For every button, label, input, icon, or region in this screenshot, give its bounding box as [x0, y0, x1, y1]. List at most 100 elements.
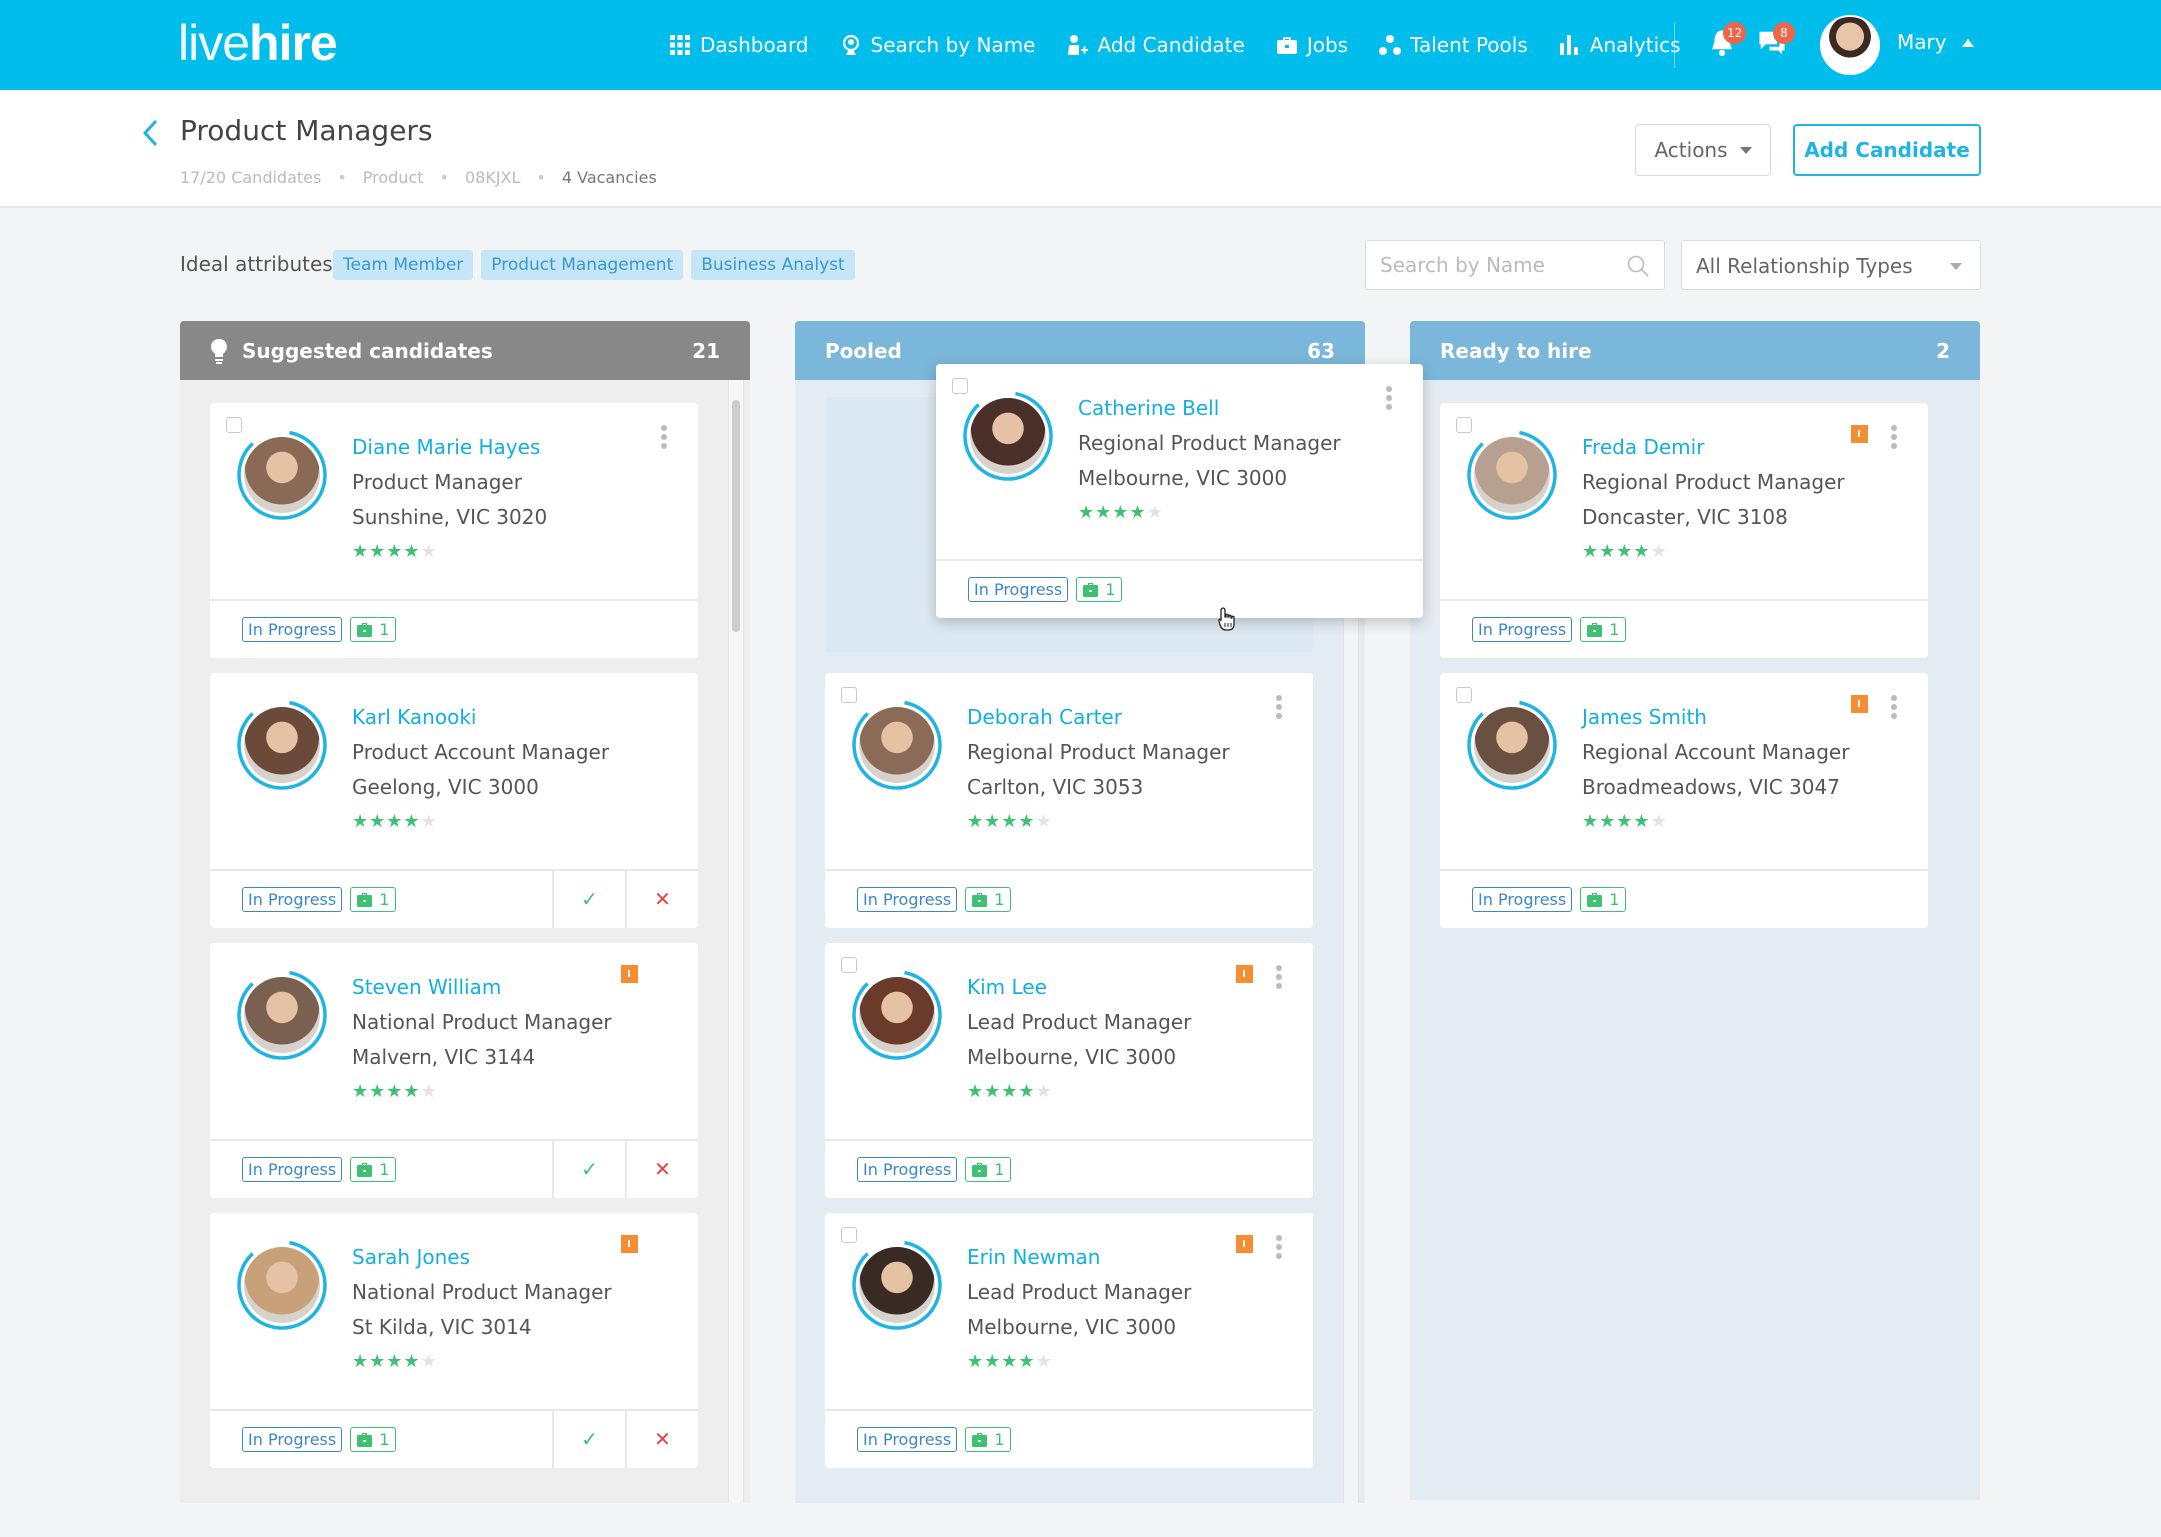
candidate-name[interactable]: Sarah Jones [352, 1245, 470, 1269]
dragged-candidate-card[interactable]: Catherine Bell Regional Product Manager … [936, 364, 1423, 618]
jobs-badge[interactable]: 1 [965, 1157, 1012, 1182]
star-icon: ★ [1599, 541, 1617, 562]
candidate-avatar[interactable] [244, 707, 320, 783]
candidate-avatar[interactable] [244, 1247, 320, 1323]
scrollbar[interactable] [728, 380, 744, 1503]
jobs-badge[interactable]: 1 [1580, 887, 1627, 912]
candidate-card[interactable]: Deborah Carter Regional Product Manager … [825, 673, 1313, 928]
approve-button[interactable]: ✓ [552, 869, 625, 928]
status-badge[interactable]: In Progress [1472, 617, 1573, 642]
candidate-avatar[interactable] [244, 977, 320, 1053]
status-badge[interactable]: In Progress [857, 1157, 958, 1182]
jobs-badge[interactable]: 1 [1076, 577, 1123, 602]
jobs-badge[interactable]: 1 [965, 1427, 1012, 1452]
status-badge[interactable]: In Progress [242, 1157, 343, 1182]
candidate-name[interactable]: Catherine Bell [1078, 396, 1219, 420]
jobs-badge[interactable]: 1 [350, 887, 397, 912]
nav-jobs[interactable]: Jobs [1275, 33, 1348, 57]
status-badge[interactable]: In Progress [968, 577, 1069, 602]
flag-icon[interactable] [1236, 1235, 1253, 1253]
candidate-card[interactable]: Steven William National Product Manager … [210, 943, 698, 1198]
candidate-name[interactable]: Karl Kanooki [352, 705, 476, 729]
candidate-avatar[interactable] [970, 398, 1046, 474]
user-avatar[interactable] [1820, 15, 1880, 75]
status-badge[interactable]: In Progress [242, 617, 343, 642]
actions-dropdown-button[interactable]: Actions [1635, 124, 1771, 176]
attribute-tag[interactable]: Business Analyst [691, 250, 855, 280]
status-badge[interactable]: In Progress [242, 1427, 343, 1452]
flag-icon[interactable] [621, 1235, 638, 1253]
nav-talent-pools[interactable]: Talent Pools [1378, 33, 1528, 57]
candidate-card[interactable]: Kim Lee Lead Product Manager Melbourne, … [825, 943, 1313, 1198]
candidate-name[interactable]: Freda Demir [1582, 435, 1704, 459]
back-button[interactable] [140, 118, 162, 148]
briefcase-icon [1083, 582, 1099, 597]
candidate-name[interactable]: Diane Marie Hayes [352, 435, 540, 459]
candidate-avatar[interactable] [1474, 707, 1550, 783]
jobs-badge[interactable]: 1 [965, 887, 1012, 912]
add-candidate-button[interactable]: Add Candidate [1793, 124, 1981, 176]
caret-down-icon [1950, 263, 1962, 270]
user-name[interactable]: Mary [1897, 30, 1947, 54]
more-options-icon[interactable] [660, 425, 668, 453]
more-options-icon[interactable] [1385, 386, 1393, 414]
approve-button[interactable]: ✓ [552, 1139, 625, 1198]
relationship-type-select[interactable]: All Relationship Types [1681, 240, 1981, 290]
scrollbar-thumb[interactable] [732, 400, 740, 632]
candidate-role: National Product Manager [352, 1280, 612, 1304]
relationship-type-value: All Relationship Types [1696, 254, 1913, 278]
attribute-tag[interactable]: Team Member [333, 250, 474, 280]
candidate-card[interactable]: Freda Demir Regional Product Manager Don… [1440, 403, 1928, 658]
jobs-badge[interactable]: 1 [350, 1157, 397, 1182]
candidate-avatar[interactable] [244, 437, 320, 513]
candidate-avatar[interactable] [859, 1247, 935, 1323]
candidate-avatar[interactable] [859, 707, 935, 783]
status-badge[interactable]: In Progress [1472, 887, 1573, 912]
attribute-tag[interactable]: Product Management [481, 250, 684, 280]
nav-search-by-name[interactable]: Search by Name [839, 33, 1035, 57]
candidate-name[interactable]: Steven William [352, 975, 501, 999]
jobs-count: 1 [994, 1160, 1005, 1179]
flag-icon[interactable] [1236, 965, 1253, 983]
more-options-icon[interactable] [1275, 695, 1283, 723]
status-badge[interactable]: In Progress [242, 887, 343, 912]
more-options-icon[interactable] [1275, 1235, 1283, 1263]
more-options-icon[interactable] [1890, 695, 1898, 723]
nav-add-candidate[interactable]: Add Candidate [1065, 33, 1245, 57]
candidate-card[interactable]: Sarah Jones National Product Manager St … [210, 1213, 698, 1468]
candidate-name[interactable]: James Smith [1582, 705, 1707, 729]
nav-analytics[interactable]: Analytics [1558, 33, 1681, 57]
status-badge[interactable]: In Progress [857, 887, 958, 912]
nav-dashboard[interactable]: Dashboard [668, 33, 809, 57]
candidate-name[interactable]: Kim Lee [967, 975, 1047, 999]
candidate-card[interactable]: Diane Marie Hayes Product Manager Sunshi… [210, 403, 698, 658]
candidate-avatar[interactable] [1474, 437, 1550, 513]
jobs-count: 1 [379, 1430, 390, 1449]
reject-button[interactable]: ✕ [625, 869, 698, 928]
candidate-card[interactable]: Erin Newman Lead Product Manager Melbour… [825, 1213, 1313, 1468]
livehire-logo[interactable]: livehire [178, 14, 338, 72]
candidate-avatar[interactable] [859, 977, 935, 1053]
jobs-badge[interactable]: 1 [1580, 617, 1627, 642]
search-input[interactable] [1366, 241, 1606, 289]
more-options-icon[interactable] [1890, 425, 1898, 453]
messages-button[interactable]: 8 [1757, 22, 1795, 62]
more-options-icon[interactable] [1275, 965, 1283, 993]
status-badge[interactable]: In Progress [857, 1427, 958, 1452]
flag-icon[interactable] [1851, 425, 1868, 443]
reject-button[interactable]: ✕ [625, 1139, 698, 1198]
candidate-name[interactable]: Erin Newman [967, 1245, 1101, 1269]
flag-icon[interactable] [621, 965, 638, 983]
approve-button[interactable]: ✓ [552, 1409, 625, 1468]
jobs-badge[interactable]: 1 [350, 617, 397, 642]
flag-icon[interactable] [1851, 695, 1868, 713]
star-icon: ★ [1078, 502, 1096, 523]
user-menu-caret-icon[interactable] [1962, 39, 1974, 47]
notifications-button[interactable]: 12 [1707, 22, 1747, 62]
candidate-card[interactable]: Karl Kanooki Product Account Manager Gee… [210, 673, 698, 928]
candidate-name[interactable]: Deborah Carter [967, 705, 1122, 729]
candidate-card[interactable]: James Smith Regional Account Manager Bro… [1440, 673, 1928, 928]
card-footer: In Progress 1 [210, 599, 698, 658]
reject-button[interactable]: ✕ [625, 1409, 698, 1468]
jobs-badge[interactable]: 1 [350, 1427, 397, 1452]
